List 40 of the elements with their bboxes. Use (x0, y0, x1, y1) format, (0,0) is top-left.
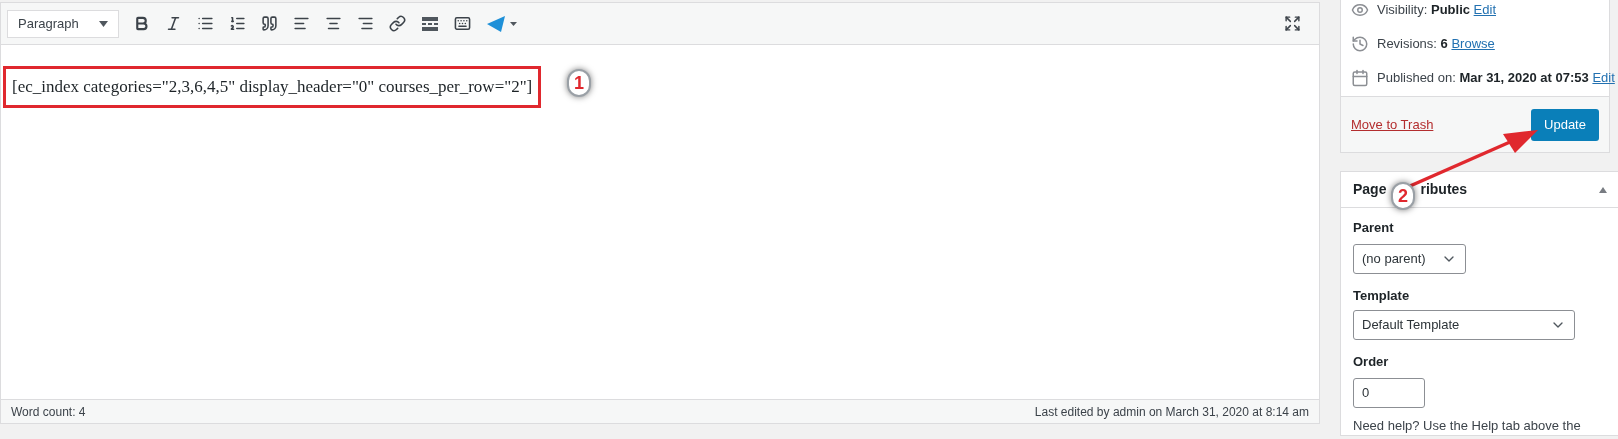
fullscreen-icon[interactable] (1284, 15, 1301, 32)
order-label: Order (1353, 353, 1390, 371)
move-to-trash-link[interactable]: Move to Trash (1351, 114, 1434, 135)
help-text: Need help? Use the Help tab above the (1353, 416, 1582, 435)
align-right-icon[interactable] (357, 15, 374, 32)
publish-info: Visibility: Public Edit (1377, 1, 1496, 20)
align-center-icon[interactable] (325, 15, 342, 32)
triangle-dropdown-icon[interactable] (486, 14, 518, 33)
order-field[interactable]: 0 (1353, 377, 1425, 408)
panel-title: ributes (1420, 180, 1468, 199)
quote-icon[interactable] (261, 15, 278, 32)
format-select[interactable]: Paragraph (7, 9, 119, 38)
link-icon[interactable] (389, 15, 406, 32)
eye-icon (1351, 1, 1369, 19)
template-label: Template (1353, 286, 1411, 305)
bullet-list-icon[interactable] (197, 15, 214, 32)
bold-icon[interactable] (133, 15, 150, 32)
caret-icon (99, 20, 108, 27)
publish-link[interactable]: Browse (1451, 36, 1495, 52)
publish-info: Published on: Mar 31, 2020 at 07:53 Edit (1377, 69, 1615, 88)
parent-label: Parent (1353, 219, 1395, 237)
calendar-icon (1351, 69, 1369, 87)
publish-link[interactable]: Edit (1592, 70, 1615, 86)
last-edited-text: Last edited by admin on March 31, 2020 at 8:14 am (1034, 403, 1309, 421)
publish-link[interactable]: Edit (1473, 2, 1496, 18)
history-icon (1351, 35, 1369, 53)
collapse-icon[interactable] (1599, 186, 1607, 193)
read-more-icon[interactable] (421, 16, 439, 31)
numbered-list-icon[interactable] (229, 15, 246, 32)
keyboard-icon[interactable] (454, 15, 471, 32)
publish-info: Revisions: 6 Browse (1377, 35, 1495, 54)
shortcode-text: [ec_index categories="2,3,6,4,5" display_header="0" courses_per_row="2"] (3, 66, 542, 108)
word-count: Word count: 4 (11, 403, 86, 421)
italic-icon[interactable] (165, 15, 182, 32)
update-button[interactable]: Update (1531, 108, 1599, 141)
callout-badge: 1 (567, 69, 591, 97)
panel-title: Page (1353, 180, 1387, 199)
template-select[interactable]: Default Template (1353, 310, 1575, 340)
parent-select[interactable]: (no parent) (1353, 243, 1466, 274)
align-left-icon[interactable] (293, 15, 310, 32)
